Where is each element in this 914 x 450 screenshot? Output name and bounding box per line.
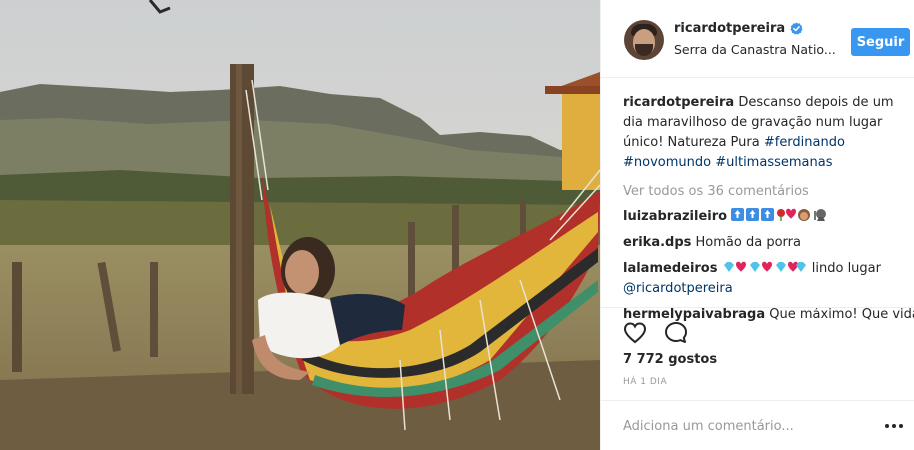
- comment-username[interactable]: erika.dps: [623, 235, 691, 250]
- hammock-landscape-image: [0, 0, 600, 450]
- emoji-sequence-icon: [731, 208, 827, 221]
- comment-item: luizabrazileiro: [623, 207, 908, 227]
- follow-button[interactable]: Seguir: [851, 28, 910, 56]
- comment-item: lalamedeiros lindo lugar @ricardotpereir…: [623, 259, 908, 299]
- hashtag-ultimassemanas[interactable]: #ultimassemanas: [715, 155, 832, 170]
- comment-input[interactable]: [623, 415, 863, 437]
- caption-username[interactable]: ricardotpereira: [623, 95, 734, 110]
- post-side-panel: ricardotpereira Serra da Canastra Natio.…: [600, 0, 914, 450]
- view-all-comments-link[interactable]: Ver todos os 36 comentários: [623, 183, 908, 201]
- comment-mention[interactable]: @ricardotpereira: [623, 281, 733, 296]
- post-timestamp[interactable]: HÁ 1 DIA: [623, 377, 667, 387]
- instagram-post: ricardotpereira Serra da Canastra Natio.…: [0, 0, 914, 450]
- header-username[interactable]: ricardotpereira: [674, 21, 785, 36]
- comment-emojis: [731, 208, 829, 224]
- gem-heart-emoji-icon: [723, 261, 806, 272]
- post-photo[interactable]: [0, 0, 600, 450]
- comments-list: ricardotpereira Descanso depois de um di…: [623, 93, 914, 325]
- hashtag-novomundo[interactable]: #novomundo: [623, 155, 711, 170]
- comment-item: erika.dps Homão da porra: [623, 233, 908, 253]
- likes-count[interactable]: 7 772 gostos: [623, 352, 717, 367]
- comment-username[interactable]: lalamedeiros: [623, 261, 717, 276]
- avatar[interactable]: [624, 20, 664, 60]
- comment-bubble-icon[interactable]: [663, 320, 689, 346]
- post-header: ricardotpereira Serra da Canastra Natio.…: [601, 0, 914, 78]
- comment-text: Homão da porra: [695, 235, 801, 250]
- comment-text: lindo lugar: [811, 261, 881, 276]
- post-actions: 7 772 gostos HÁ 1 DIA: [601, 307, 914, 397]
- post-caption: ricardotpereira Descanso depois de um di…: [623, 93, 908, 173]
- hashtag-ferdinando[interactable]: #ferdinando: [764, 135, 845, 150]
- username-row: ricardotpereira: [674, 21, 803, 36]
- more-options-icon[interactable]: [883, 415, 905, 437]
- location-link[interactable]: Serra da Canastra Natio...: [674, 42, 836, 57]
- heart-outline-icon[interactable]: [622, 320, 648, 346]
- comment-username[interactable]: luizabrazileiro: [623, 209, 727, 224]
- verified-badge-icon: [790, 22, 803, 35]
- add-comment-section: [601, 400, 914, 450]
